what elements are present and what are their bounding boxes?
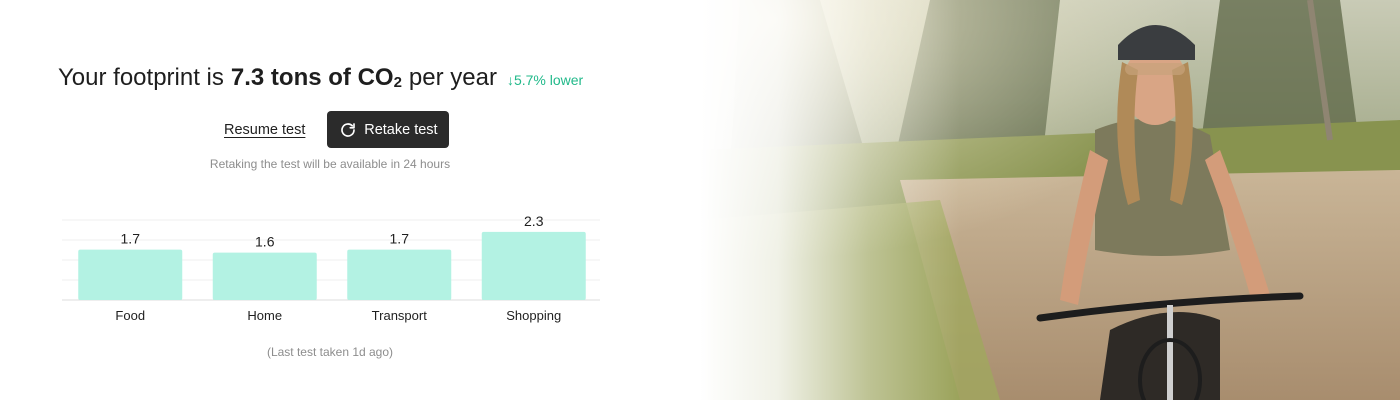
refresh-icon — [339, 121, 357, 139]
category-bar-chart: 1.7 Food 1.6 Home 1.7 Transport 2.3 Shopping — [62, 212, 600, 332]
resume-test-link[interactable]: Resume test — [224, 122, 305, 138]
chart-category-label: Home — [247, 308, 282, 323]
chart-category-label: Food — [115, 308, 145, 323]
chart-value-label: 1.7 — [390, 231, 410, 247]
last-test-note: (Last test taken 1d ago) — [266, 345, 394, 359]
headline-suffix: per year — [408, 64, 497, 91]
headline-amount: 7.3 tons of CO2 — [231, 64, 402, 92]
chart-bar-food — [78, 249, 183, 300]
retake-test-label: Retake test — [364, 121, 438, 138]
actions-row: Resume test Retake test — [224, 111, 450, 148]
photo-fade-overlay — [700, 0, 960, 400]
chart-category-label: Transport — [372, 308, 428, 323]
chart-bar-home — [212, 252, 317, 300]
footprint-panel: Your footprint is 7.3 tons of CO2 per ye… — [0, 0, 720, 400]
chart-category-label: Shopping — [506, 308, 561, 323]
headline-amount-text: 7.3 tons of CO — [230, 64, 394, 91]
headline-subscript: 2 — [393, 74, 402, 91]
retake-test-button[interactable]: Retake test — [327, 111, 450, 148]
chart-value-label: 2.3 — [524, 213, 544, 229]
chart-value-label: 1.6 — [255, 234, 275, 250]
delta-badge: ↓5.7% lower — [506, 72, 584, 88]
retake-notice: Retaking the test will be available in 2… — [209, 157, 451, 171]
chart-bar-shopping — [481, 231, 586, 300]
headline-prefix: Your footprint is — [58, 64, 224, 91]
footprint-headline: Your footprint is 7.3 tons of CO2 per ye… — [58, 64, 583, 100]
chart-value-label: 1.7 — [121, 231, 141, 247]
chart-bar-transport — [347, 249, 452, 300]
